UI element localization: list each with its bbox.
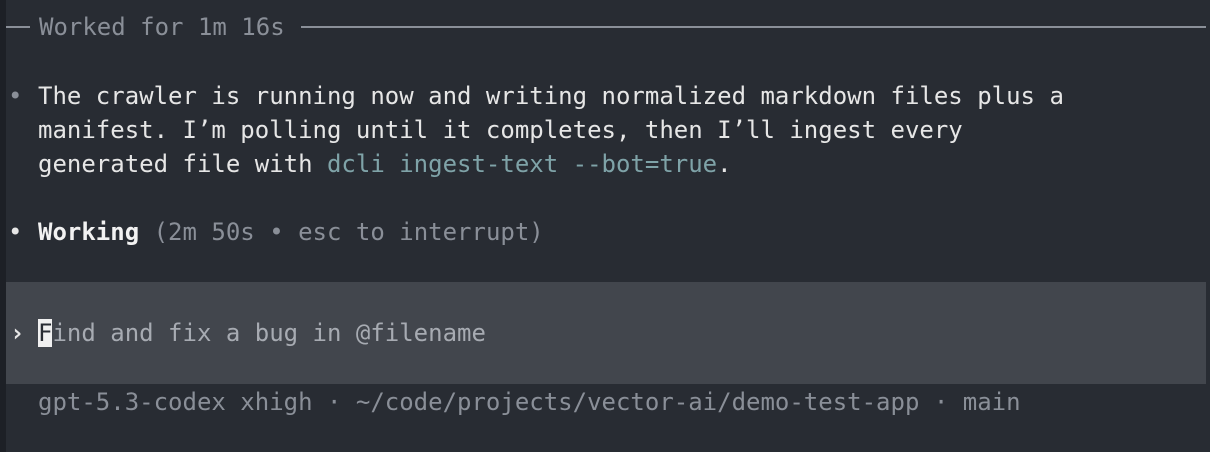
header-rule-left	[6, 26, 30, 28]
message-line-3-prefix: generated file with	[38, 150, 327, 178]
working-label: Working	[38, 218, 140, 246]
message-line-2: manifest. I’m polling until it completes…	[38, 116, 963, 144]
worked-duration-label: Worked for 1m 16s	[39, 13, 285, 41]
working-status: Working (2m 50s • esc to interrupt)	[38, 215, 544, 249]
left-gutter	[0, 0, 6, 452]
message-line-1: The crawler is running now and writing n…	[38, 82, 1064, 110]
prompt-input[interactable]: Find and fix a bug in @filename	[38, 316, 486, 350]
prompt-chevron-icon: ›	[10, 319, 25, 347]
message-line-3: generated file with dcli ingest-text --b…	[38, 147, 732, 181]
message-bullet: •	[8, 82, 23, 110]
ingest-command: dcli ingest-text --bot=true	[326, 150, 718, 178]
header-rule-right	[300, 26, 1206, 28]
message-line-3-suffix: .	[717, 150, 732, 178]
text-cursor: F	[38, 319, 53, 347]
working-detail: (2m 50s • esc to interrupt)	[139, 218, 544, 246]
model-path-branch-info: gpt-5.3-codex xhigh · ~/code/projects/ve…	[38, 388, 1021, 416]
prompt-placeholder: ind and fix a bug in @filename	[52, 319, 486, 347]
worked-header: Worked for 1m 16s	[0, 10, 1210, 44]
status-bullet: •	[8, 218, 23, 246]
